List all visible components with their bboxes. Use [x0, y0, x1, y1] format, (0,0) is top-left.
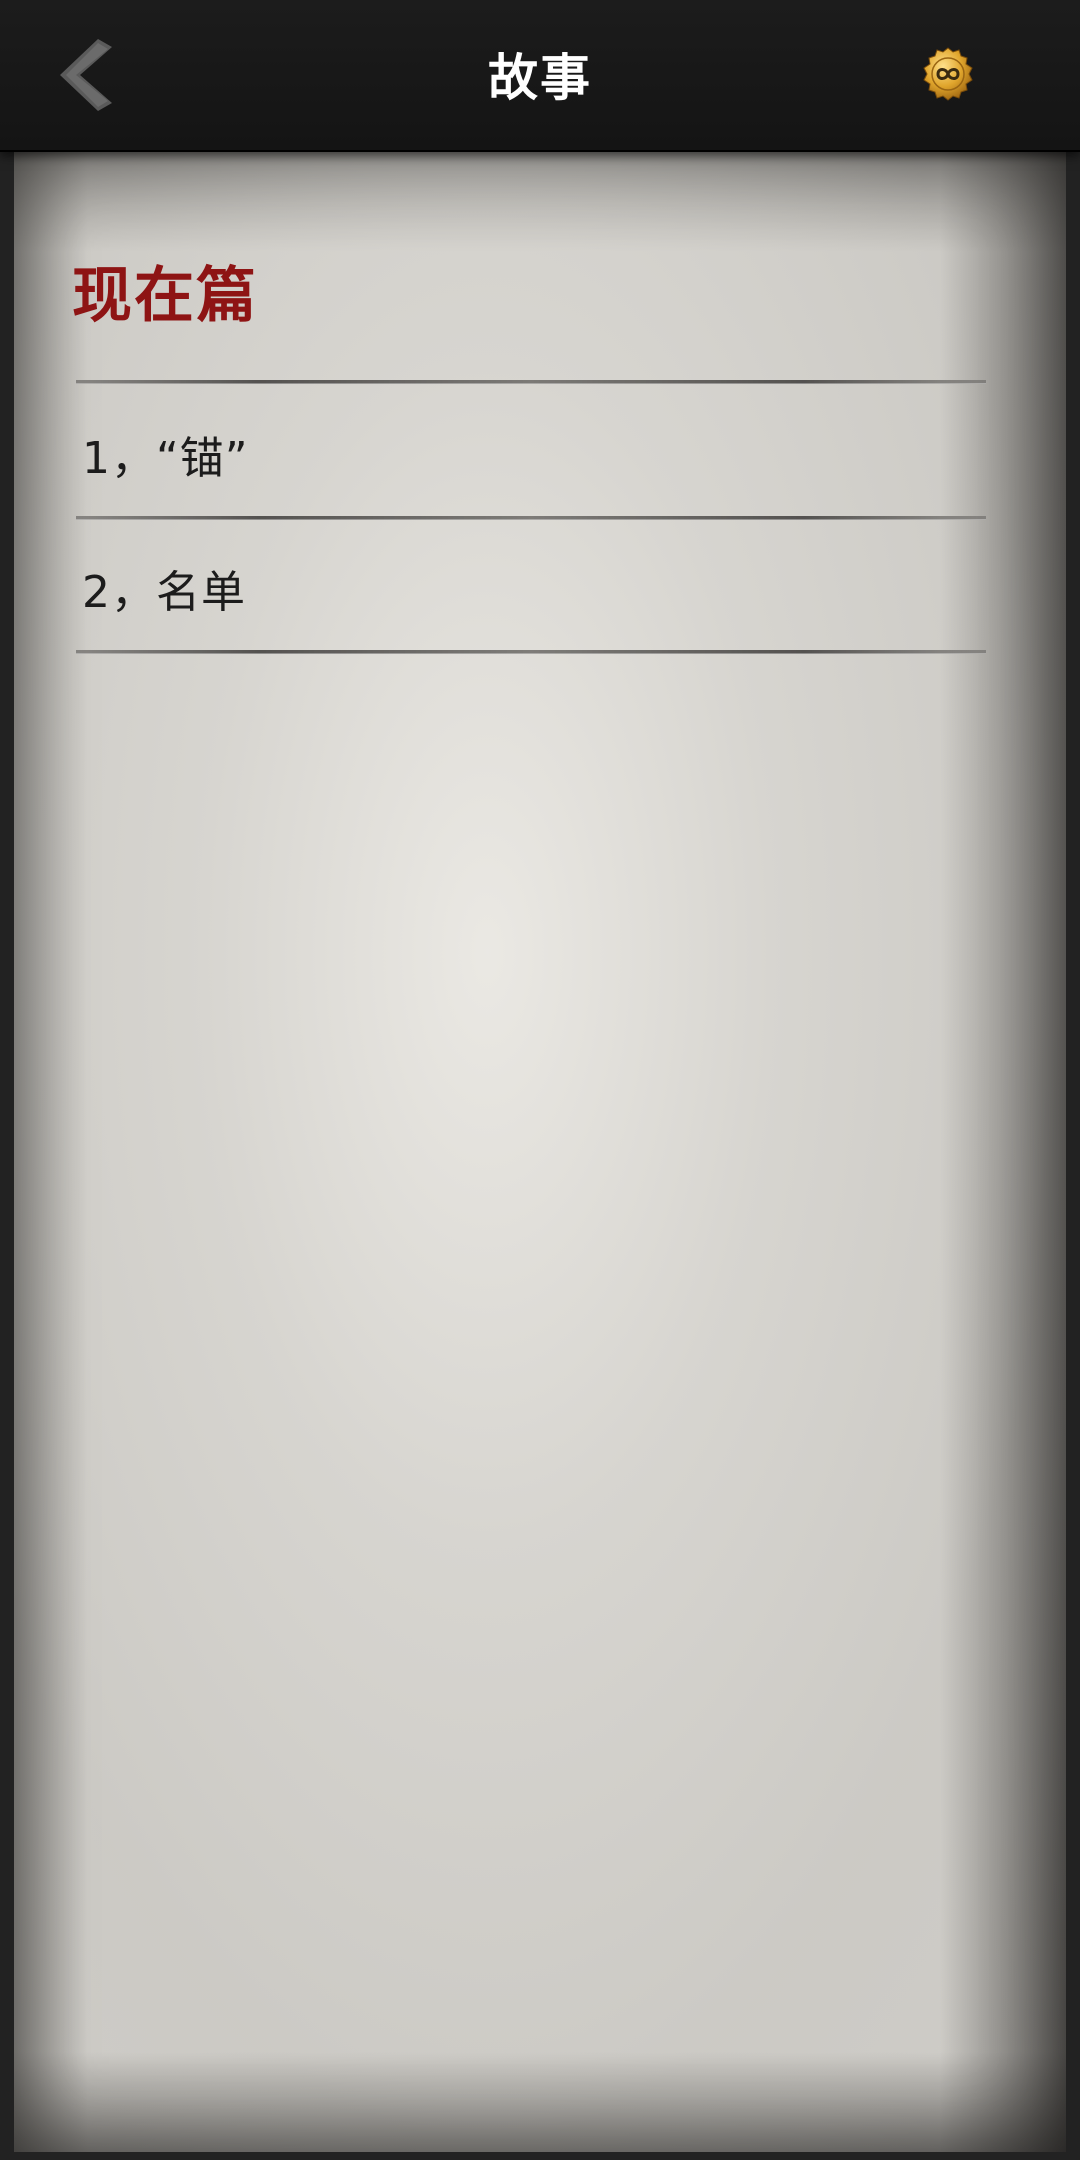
divider	[76, 516, 986, 520]
page-title: 故事	[488, 48, 592, 107]
divider	[76, 650, 986, 654]
chapter-item-1[interactable]: 1，“锚”	[82, 422, 249, 486]
badge-button[interactable]	[920, 46, 976, 102]
infinity-coin-icon	[923, 47, 973, 101]
divider	[76, 380, 986, 384]
top-bar: 故事	[0, 0, 1080, 152]
section-title: 现在篇	[72, 261, 258, 331]
paper-panel: 现在篇 1，“锚” 2，名单	[14, 152, 1066, 2152]
screen: 故事 现在篇 1，“锚” 2，名单	[0, 0, 1080, 2160]
chapter-item-2[interactable]: 2，名单	[82, 556, 246, 620]
